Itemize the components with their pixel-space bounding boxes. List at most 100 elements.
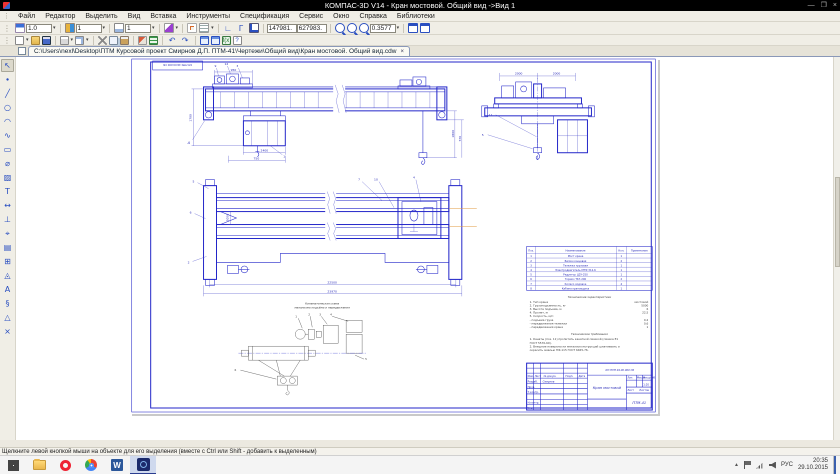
redo-icon[interactable]: ↷ [180, 35, 191, 45]
erase-tool-icon[interactable]: × [1, 325, 14, 338]
preview-dropdown-icon[interactable]: ▾ [86, 37, 89, 43]
new-dropdown-icon[interactable]: ▾ [26, 37, 29, 43]
cursor-step-input[interactable] [26, 24, 52, 33]
current-layer-input[interactable] [76, 24, 102, 33]
maximize-button[interactable]: ❐ [821, 0, 827, 11]
grid-tool-icon[interactable]: ⊞ [1, 255, 14, 268]
parts-row-pos: 3 [530, 263, 532, 267]
taskbar-clock[interactable]: 20:35 29.10.2015 [798, 458, 828, 472]
network-icon[interactable] [756, 462, 764, 469]
open-document-icon[interactable] [31, 36, 40, 45]
grid-dropdown-icon[interactable]: ▾ [211, 25, 214, 31]
print-preview-icon[interactable] [75, 36, 84, 45]
zoom-dropdown-icon[interactable]: ▾ [397, 25, 400, 31]
front-dim-height-left: 1700 [189, 114, 193, 122]
menu-window[interactable]: Окно [328, 11, 354, 21]
chrome-button[interactable] [78, 456, 104, 474]
tray-expand-icon[interactable]: ▲ [734, 462, 739, 468]
style-pencil-icon[interactable] [164, 23, 174, 33]
undo-icon[interactable]: ↶ [167, 35, 178, 45]
grid-icon[interactable] [199, 23, 209, 33]
cursor-x-input[interactable] [267, 24, 297, 33]
rectangle-tool-icon[interactable]: ▭ [1, 143, 14, 156]
toolbar2-grip[interactable]: ⋮ [3, 36, 11, 45]
new-document-icon[interactable] [15, 36, 24, 45]
menu-grip[interactable]: ⋮ [3, 11, 10, 21]
zoom-scale-icon[interactable] [359, 23, 369, 33]
save-icon[interactable] [42, 36, 51, 45]
copy-icon[interactable] [109, 36, 118, 45]
language-indicator[interactable]: РУС [781, 462, 793, 468]
zoom-scale-input[interactable] [370, 24, 396, 33]
menu-service[interactable]: Сервис [294, 11, 328, 21]
perpendicular-tool-icon[interactable]: ⊥ [1, 213, 14, 226]
text-tool-icon[interactable]: T [1, 185, 14, 198]
line-tool-icon[interactable]: ╱ [1, 87, 14, 100]
arc-tool-icon[interactable]: ◠ [1, 115, 14, 128]
toolbar1-grip[interactable]: ⋮ [3, 24, 11, 33]
volume-icon[interactable] [769, 462, 776, 469]
word-button[interactable]: W [104, 456, 130, 474]
action-center-icon[interactable] [744, 461, 751, 469]
copy-properties-icon[interactable] [138, 36, 147, 45]
zoom-in-icon[interactable] [335, 23, 345, 33]
refresh-view-icon[interactable] [420, 23, 430, 33]
drawing-sheet[interactable]: КП.ПТМ 49.00.000 СБ [130, 58, 658, 414]
rounding-icon[interactable] [249, 23, 259, 33]
minimize-button[interactable]: — [808, 0, 815, 11]
menu-insert[interactable]: Вставка [145, 11, 181, 21]
menu-tools[interactable]: Инструменты [181, 11, 235, 21]
current-view-input[interactable] [125, 24, 151, 33]
menu-editor[interactable]: Редактор [40, 11, 80, 21]
library-window-icon[interactable] [211, 36, 220, 45]
zoom-out-icon[interactable] [347, 23, 357, 33]
kompas-taskbar-button[interactable] [130, 456, 156, 474]
paste-icon[interactable] [120, 36, 129, 45]
vertical-scroll-thumb[interactable] [835, 177, 840, 267]
menu-select[interactable]: Выделить [80, 11, 122, 21]
dimension-tool-icon[interactable]: ↔ [1, 199, 14, 212]
start-button[interactable] [0, 456, 26, 474]
menu-view[interactable]: Вид [123, 11, 146, 21]
axis-tool-icon[interactable]: ⌖ [1, 227, 14, 240]
print-dropdown-icon[interactable]: ▾ [71, 37, 74, 43]
file-explorer-button[interactable] [26, 456, 52, 474]
hatch-tool-icon[interactable]: ▨ [1, 171, 14, 184]
geometry-point-icon[interactable]: ∙ [1, 73, 14, 86]
snap-icon[interactable] [187, 23, 197, 33]
measure-tool-icon[interactable]: △ [1, 311, 14, 324]
cursor-step-dropdown-icon[interactable]: ▾ [53, 25, 56, 31]
current-view-dropdown-icon[interactable]: ▾ [152, 25, 155, 31]
spline-tool-icon[interactable]: ∿ [1, 129, 14, 142]
spreadsheet-icon[interactable] [149, 36, 158, 45]
context-help-icon[interactable]: ? [233, 36, 242, 45]
tab-close-icon[interactable]: × [400, 47, 404, 57]
ortho-mode-icon[interactable]: Г [236, 23, 247, 33]
opera-button[interactable] [52, 456, 78, 474]
menu-help[interactable]: Справка [354, 11, 391, 21]
show-desktop-button[interactable] [833, 456, 836, 474]
show-all-icon[interactable] [408, 23, 418, 33]
drawing-workspace[interactable]: КП.ПТМ 49.00.000 СБ [17, 57, 833, 440]
close-button[interactable]: × [833, 0, 837, 11]
cursor-y-input[interactable] [297, 24, 327, 33]
menu-libraries[interactable]: Библиотеки [392, 11, 440, 21]
menu-specification[interactable]: Спецификация [235, 11, 294, 21]
diameter-tool-icon[interactable]: ⌀ [1, 157, 14, 170]
symbol-tool-icon[interactable]: § [1, 297, 14, 310]
variables-window-icon[interactable] [200, 36, 209, 45]
annotation-tool-icon[interactable]: A [1, 283, 14, 296]
menu-file[interactable]: Файл [13, 11, 40, 21]
document-tab[interactable]: C:\Users\nexl\Desktop\ПТМ Курсовой проек… [28, 46, 410, 56]
select-arrow-icon[interactable]: ↖ [1, 59, 14, 72]
cut-icon[interactable] [98, 36, 107, 45]
style-dropdown-icon[interactable]: ▾ [176, 25, 179, 31]
print-icon[interactable] [60, 36, 69, 45]
table-tool-icon[interactable]: ▤ [1, 241, 14, 254]
vertical-scrollbar[interactable] [833, 57, 840, 440]
local-csys-icon[interactable]: ∟ [223, 23, 234, 33]
circle-tool-icon[interactable]: ○ [1, 101, 14, 114]
current-layer-dropdown-icon[interactable]: ▾ [103, 25, 106, 31]
fx-icon[interactable]: f(x) [222, 36, 231, 45]
view-tool-icon[interactable]: ◬ [1, 269, 14, 282]
